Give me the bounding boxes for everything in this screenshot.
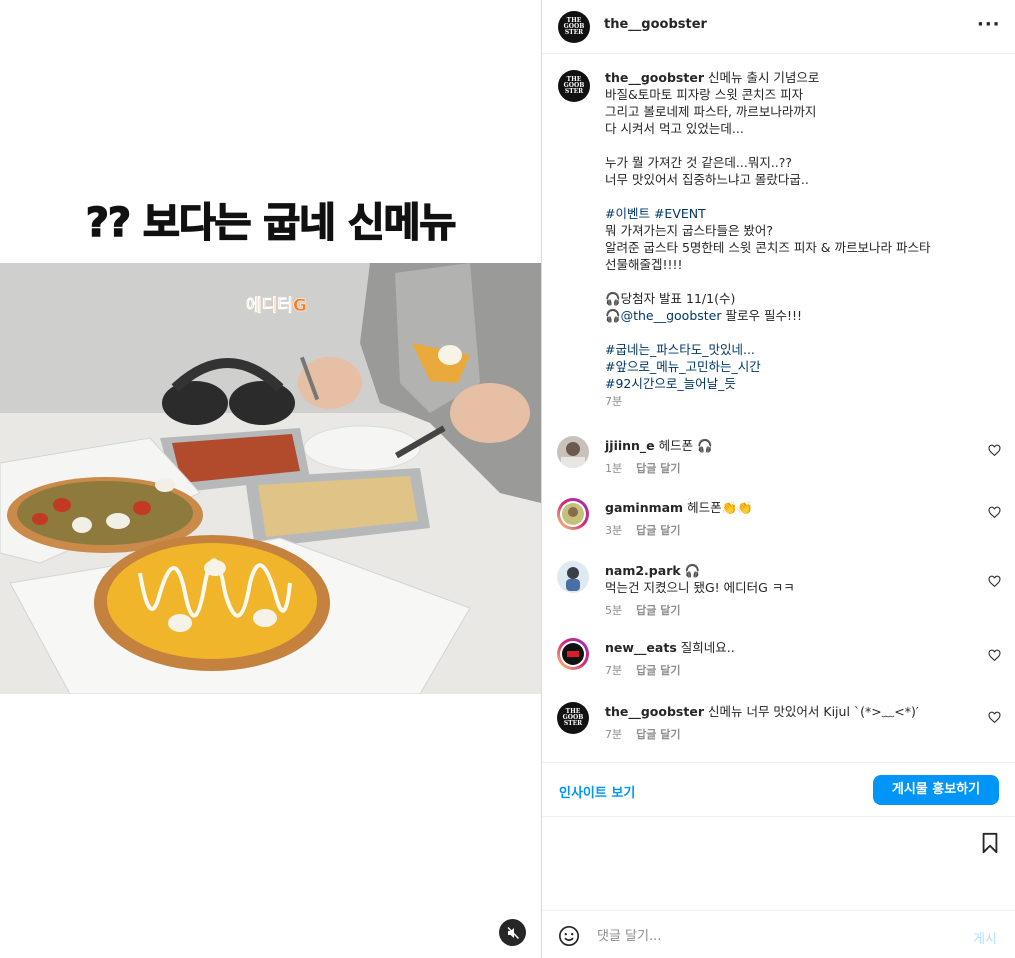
comment-time[interactable]: 1분: [605, 462, 622, 475]
avatar-photo: [560, 501, 586, 527]
commenter-username[interactable]: nam2.park: [605, 563, 681, 578]
comment-time[interactable]: 5분: [605, 604, 622, 617]
heart-icon[interactable]: [988, 575, 1001, 588]
mute-button[interactable]: [499, 919, 526, 946]
comment-item: new__eats 질희네요.. 7분 답글 달기: [542, 638, 1015, 694]
comment-time[interactable]: 3분: [605, 524, 622, 537]
pizza-scene-illustration: [0, 263, 541, 694]
author-username[interactable]: the__goobster: [604, 17, 707, 32]
comment-time[interactable]: 7분: [605, 728, 622, 741]
reply-button[interactable]: 답글 달기: [636, 462, 680, 475]
comment-text: 신메뉴 너무 맛있어서 Kijul `(*>﹏<*)′: [707, 704, 919, 719]
commenter-username[interactable]: new__eats: [605, 640, 677, 655]
heart-icon[interactable]: [988, 649, 1001, 662]
comment-text: 먹는건 지켰으니 됐G! 에디터G ㅋㅋ: [605, 580, 795, 595]
comment-text: 헤드폰👏👏: [687, 500, 753, 515]
caption-author-username[interactable]: the__goobster: [605, 70, 704, 85]
comment-item: nam2.park 🎧 먹는건 지켰으니 됐G! 에디터G ㅋㅋ 5분 답글 달기: [542, 561, 1015, 631]
food-photo: 에디터G: [0, 263, 541, 694]
hashtag-link[interactable]: #굽네는_파스타도_맛있네...: [605, 342, 755, 357]
comment-item: jjiinn_e 헤드폰 🎧 1분 답글 달기: [542, 436, 1015, 492]
reply-button[interactable]: 답글 달기: [636, 524, 680, 537]
mute-icon: [506, 926, 519, 939]
view-insights-link[interactable]: 인사이트 보기: [559, 782, 635, 801]
post-media[interactable]: ?? 보다는 굽네 신메뉴 에디터G: [0, 0, 541, 958]
caption-author-avatar[interactable]: THE GOOB STER: [558, 70, 590, 102]
comment-composer: 게시: [542, 910, 1015, 958]
avatar-photo: [566, 567, 580, 591]
emoji-icon[interactable]: [558, 925, 580, 947]
post-side-panel: THE GOOB STER the__goobster ··· THE GOOB…: [541, 0, 1015, 958]
comment-text: 🎧: [684, 563, 701, 578]
insight-bar: 인사이트 보기 게시물 홍보하기: [542, 762, 1015, 816]
post-header: THE GOOB STER the__goobster ···: [542, 0, 1015, 54]
comment-text: 질희네요..: [680, 640, 735, 655]
announce-line: 🎧당첨자 발표 11/1(수): [605, 291, 736, 306]
post-actions: [542, 816, 1015, 910]
author-avatar[interactable]: THE GOOB STER: [558, 11, 590, 43]
post-comment-button[interactable]: 게시: [973, 928, 997, 947]
comment-item: gaminmam 헤드폰👏👏 3분 답글 달기: [542, 498, 1015, 554]
commenter-avatar[interactable]: THE GOOB STER: [557, 702, 589, 734]
caption-text: the__goobster 신메뉴 출시 기념으로 바질&토마토 피자랑 스윗 …: [605, 70, 931, 408]
hashtag-link[interactable]: #앞으로_메뉴_고민하는_시간: [605, 359, 761, 374]
more-options-icon[interactable]: ···: [977, 14, 1001, 35]
event-hashtags[interactable]: #이벤트 #EVENT: [605, 206, 706, 221]
commenter-avatar[interactable]: [557, 498, 589, 530]
commenter-avatar[interactable]: [557, 561, 589, 593]
commenter-username[interactable]: jjiinn_e: [605, 438, 655, 453]
mention-link[interactable]: @the__goobster: [621, 308, 722, 323]
commenter-username[interactable]: the__goobster: [605, 704, 704, 719]
comment-item: THE GOOB STER the__goobster 신메뉴 너무 맛있어서 …: [542, 702, 1015, 758]
post-time[interactable]: 7분: [605, 395, 622, 408]
heart-icon[interactable]: [988, 711, 1001, 724]
commenter-username[interactable]: gaminmam: [605, 500, 683, 515]
avatar-photo: [561, 442, 585, 468]
reply-button[interactable]: 답글 달기: [636, 664, 680, 677]
commenter-avatar[interactable]: [557, 638, 589, 670]
editor-sticker: 에디터G: [246, 296, 307, 317]
reply-button[interactable]: 답글 달기: [636, 604, 680, 617]
hashtag-link[interactable]: #92시간으로_늘어날_듯: [605, 376, 736, 391]
comments-scroll-area[interactable]: THE GOOB STER the__goobster 신메뉴 출시 기념으로 …: [542, 55, 1015, 762]
heart-icon[interactable]: [988, 444, 1001, 457]
promote-post-button[interactable]: 게시물 홍보하기: [873, 775, 999, 805]
video-caption-overlay: ?? 보다는 굽네 신메뉴: [85, 199, 457, 247]
commenter-avatar[interactable]: [557, 436, 589, 468]
avatar-logo-image: [560, 641, 586, 667]
reply-button[interactable]: 답글 달기: [636, 728, 680, 741]
comment-text: 헤드폰 🎧: [658, 438, 713, 453]
comment-input[interactable]: [597, 923, 957, 949]
bookmark-icon[interactable]: [979, 832, 1001, 854]
comment-time[interactable]: 7분: [605, 664, 622, 677]
heart-icon[interactable]: [988, 506, 1001, 519]
